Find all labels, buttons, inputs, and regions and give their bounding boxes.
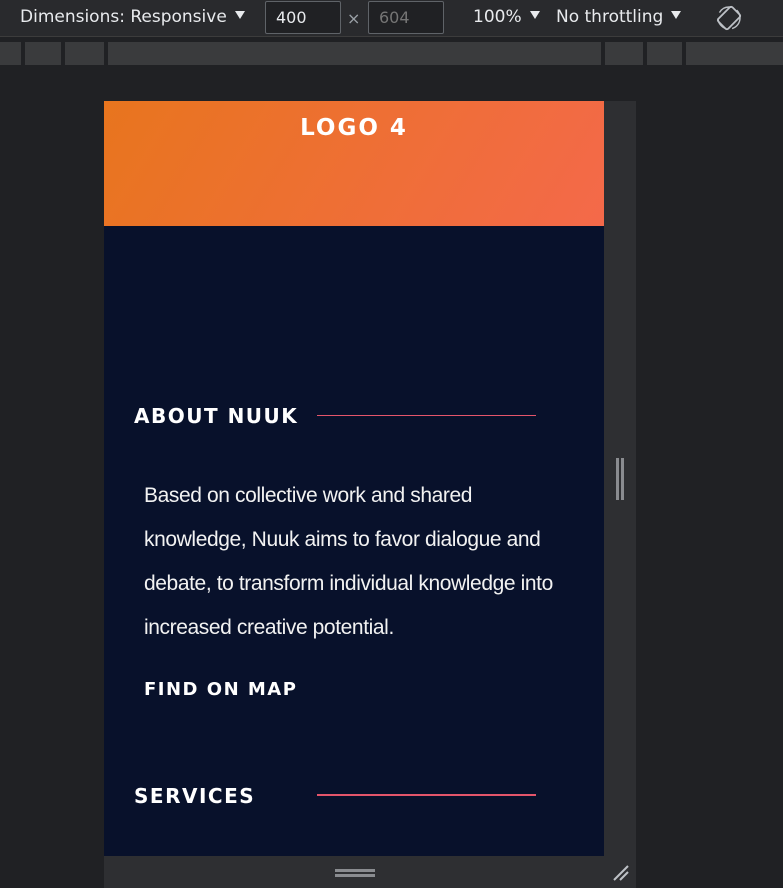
throttling-label: No throttling [556, 7, 664, 27]
media-query-segment[interactable] [0, 42, 21, 65]
services-divider [317, 794, 536, 796]
media-query-segment[interactable] [65, 42, 104, 65]
about-divider [317, 415, 536, 416]
right-resize-handle-icon[interactable] [614, 458, 626, 500]
find-on-map-link[interactable]: FIND ON MAP [144, 679, 297, 700]
zoom-label: 100% [473, 7, 522, 27]
device-toolbar: Dimensions: Responsive × 100% No throttl… [0, 0, 783, 37]
height-input[interactable] [368, 1, 444, 34]
caret-down-icon [234, 11, 245, 19]
about-heading: ABOUT NUUK [134, 404, 299, 428]
bottom-resize-handle-icon[interactable] [335, 867, 375, 879]
about-paragraph: Based on collective work and shared know… [144, 484, 553, 639]
media-query-segment[interactable] [647, 42, 682, 65]
times-symbol: × [347, 9, 361, 28]
services-heading: SERVICES [134, 784, 256, 808]
zoom-dropdown[interactable]: 100% [473, 7, 540, 27]
media-query-segment[interactable] [686, 42, 783, 65]
media-query-segment[interactable] [108, 42, 601, 65]
dimensions-label: Dimensions: Responsive [20, 7, 227, 27]
caret-down-icon [671, 11, 682, 19]
site-logo[interactable]: LOGO 4 [104, 115, 604, 141]
rotate-icon[interactable] [716, 5, 742, 31]
media-query-bar[interactable] [0, 38, 783, 66]
caret-down-icon [529, 11, 540, 19]
media-query-segment[interactable] [25, 42, 61, 65]
device-viewport: LOGO 4 ABOUT NUUK Based on collective wo… [104, 101, 604, 856]
dimensions-dropdown[interactable]: Dimensions: Responsive [20, 7, 245, 27]
devtools-device-mode: Dimensions: Responsive × 100% No throttl… [0, 0, 783, 888]
site-header: LOGO 4 [104, 101, 604, 226]
throttling-dropdown[interactable]: No throttling [556, 7, 682, 27]
resize-corner-icon[interactable] [610, 862, 630, 882]
width-input[interactable] [265, 1, 341, 34]
media-query-segment[interactable] [605, 42, 643, 65]
